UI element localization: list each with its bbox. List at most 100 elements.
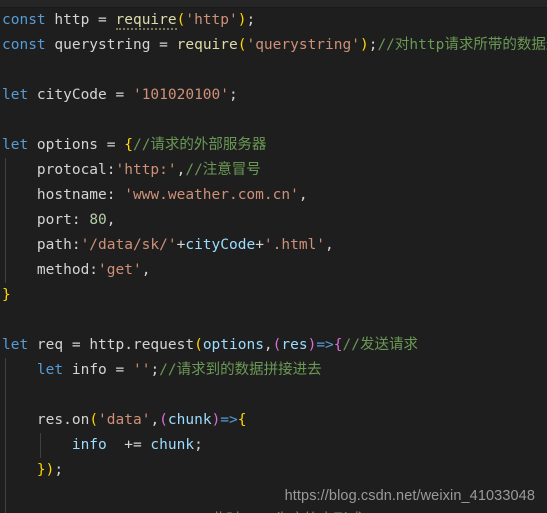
code-token: , <box>325 237 334 253</box>
code-token: ; <box>54 462 64 478</box>
code-token: port: <box>2 212 90 228</box>
code-token: '.html' <box>263 237 326 253</box>
code-line[interactable]: let cityCode = '101020100'; <box>0 83 547 108</box>
code-token: ; <box>246 12 256 28</box>
code-token: cityCode <box>185 237 256 253</box>
code-token: const <box>2 12 46 28</box>
indent-guide <box>5 358 6 383</box>
code-line[interactable]: hostname: 'www.weather.com.cn', <box>0 183 547 208</box>
code-line[interactable] <box>0 58 547 83</box>
code-token: => <box>220 412 238 428</box>
code-line[interactable]: const querystring = require('querystring… <box>0 33 547 58</box>
code-token: '' <box>132 362 151 378</box>
code-token: ( <box>194 337 203 353</box>
code-token: = <box>89 12 116 28</box>
code-token: info = <box>63 362 133 378</box>
code-line[interactable]: }); <box>0 458 547 483</box>
code-token: ( <box>89 412 99 428</box>
code-line[interactable]: let info = '';//请求到的数据拼接进去 <box>0 358 547 383</box>
code-token: 'www.weather.com.cn' <box>124 187 299 203</box>
code-token: ; <box>229 87 238 103</box>
code-token: 80 <box>89 212 107 228</box>
code-token: querystring <box>54 37 151 53</box>
code-token: 'http:' <box>115 162 177 178</box>
code-token: ) <box>359 37 369 53</box>
code-token: , <box>263 337 273 353</box>
indent-guide <box>5 383 6 408</box>
code-line[interactable]: let req = http.request(options,(res)=>{/… <box>0 333 547 358</box>
code-token: 'querystring' <box>246 37 360 53</box>
editor-top-edge <box>0 0 547 8</box>
indent-guide <box>5 233 6 258</box>
code-token: '/data/sk/' <box>80 237 177 253</box>
indent-guide <box>5 433 6 458</box>
code-token: path: <box>2 237 81 253</box>
code-token: 'get' <box>98 262 142 278</box>
indent-guide <box>5 258 6 283</box>
code-token: info <box>71 437 107 453</box>
code-line[interactable] <box>0 108 547 133</box>
code-token: , <box>298 187 308 203</box>
code-token: //注意冒号 <box>185 162 261 178</box>
code-token: protocal: <box>2 162 116 178</box>
code-surface[interactable]: const http = require('http'); const query… <box>0 8 547 513</box>
indent-guide <box>5 183 6 208</box>
code-token: res <box>281 337 308 353</box>
code-token: let <box>2 137 29 153</box>
code-token: let <box>2 87 29 103</box>
indent-guide <box>5 483 6 508</box>
code-token: chunk <box>167 412 212 428</box>
indent-guide <box>5 458 6 483</box>
code-token: ; <box>150 362 160 378</box>
code-token: method: <box>2 262 99 278</box>
code-token: } <box>2 287 11 303</box>
code-line[interactable]: path:'/data/sk/'+cityCode+'.html', <box>0 233 547 258</box>
code-token: '101020100' <box>132 87 229 103</box>
code-line[interactable]: res.on('end',()=>{//此时info为字符串形式 <box>0 508 547 513</box>
code-token: hostname: <box>2 187 125 203</box>
code-line[interactable]: info += chunk; <box>0 433 547 458</box>
code-token: let <box>36 362 64 378</box>
code-token: ( <box>159 412 168 428</box>
code-token: let <box>2 337 29 353</box>
code-token: + <box>255 237 264 253</box>
code-token: } <box>36 462 46 478</box>
code-line[interactable]: } <box>0 283 547 308</box>
code-token: chunk <box>150 437 195 453</box>
code-token: req = <box>28 337 90 353</box>
code-token: ; <box>194 437 203 453</box>
code-token: require <box>115 12 177 30</box>
code-token: += <box>106 437 151 453</box>
code-token: 'data' <box>98 412 151 428</box>
indent-guide <box>5 408 6 433</box>
indent-guide <box>5 208 6 233</box>
code-line[interactable]: method:'get', <box>0 258 547 283</box>
code-line[interactable]: res.on('data',(chunk)=>{ <box>0 408 547 433</box>
code-token: cityCode = <box>28 87 133 103</box>
code-line[interactable] <box>0 383 547 408</box>
code-token: , <box>150 412 160 428</box>
indent-guide <box>40 433 41 458</box>
code-token: , <box>106 212 116 228</box>
code-line[interactable]: const http = require('http'); <box>0 8 547 33</box>
indent-guide <box>5 158 6 183</box>
code-token: 'http' <box>185 12 238 28</box>
code-token: options <box>202 337 264 353</box>
code-token: require <box>176 37 238 53</box>
code-token: { <box>124 137 133 153</box>
code-token: http <box>89 337 125 353</box>
code-line[interactable]: port: 80, <box>0 208 547 233</box>
code-editor-window[interactable]: const http = require('http'); const query… <box>0 0 547 513</box>
indent-guide <box>5 508 6 513</box>
code-token: { <box>237 412 247 428</box>
code-token: //对http请求所带的数据进行解析 <box>377 37 547 53</box>
code-line[interactable]: let options = {//请求的外部服务器 <box>0 133 547 158</box>
code-token: res.on <box>2 412 90 428</box>
code-token: ) <box>211 412 221 428</box>
code-line[interactable] <box>0 308 547 333</box>
code-line[interactable]: protocal:'http:',//注意冒号 <box>0 158 547 183</box>
csdn-watermark: https://blog.csdn.net/weixin_41033048 <box>284 488 535 504</box>
